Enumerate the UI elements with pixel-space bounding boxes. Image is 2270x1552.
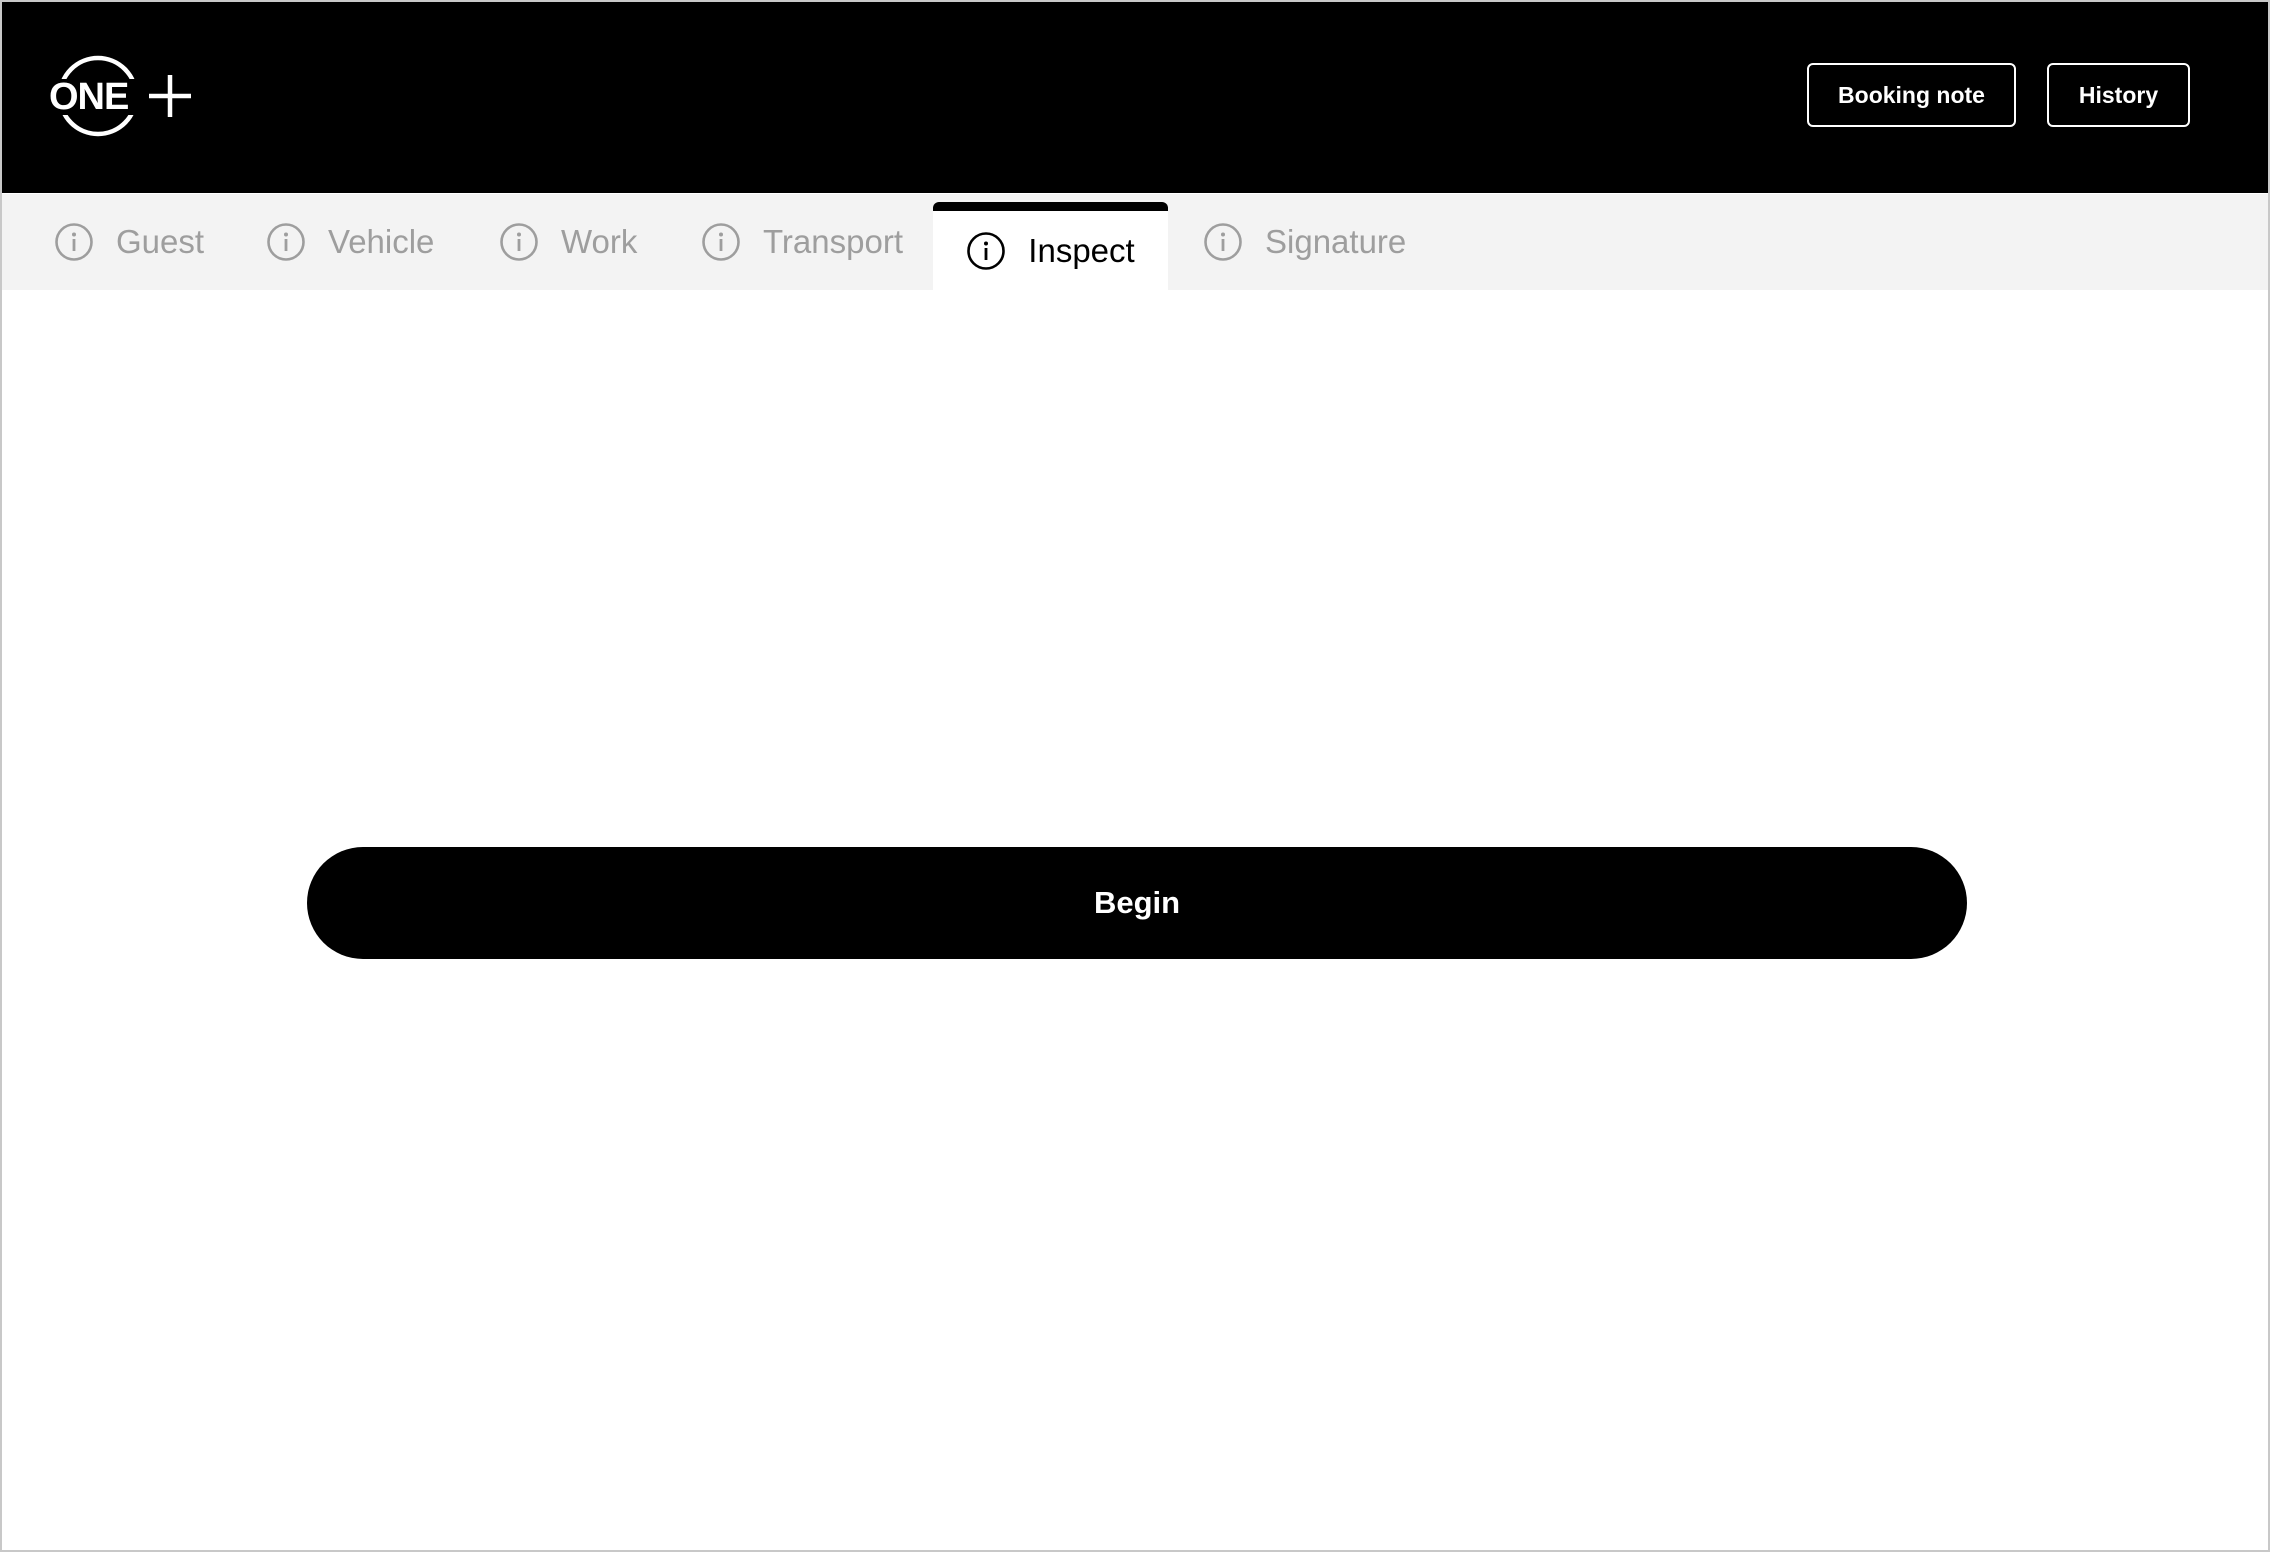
tab-work[interactable]: Work xyxy=(499,194,637,290)
tab-label: Inspect xyxy=(1028,231,1135,269)
svg-text:ONE: ONE xyxy=(49,76,128,118)
tab-transport[interactable]: Transport xyxy=(701,194,903,290)
tab-inspect[interactable]: Inspect xyxy=(933,202,1168,290)
tab-label: Vehicle xyxy=(328,223,435,260)
booking-note-button[interactable]: Booking note xyxy=(1807,63,2016,127)
app-window: ONE Booking note History Guest Vehicle W xyxy=(0,0,2270,1552)
tab-guest[interactable]: Guest xyxy=(54,194,204,290)
tab-vehicle[interactable]: Vehicle xyxy=(266,194,434,290)
tab-label: Transport xyxy=(763,223,903,260)
tab-label: Guest xyxy=(116,223,205,260)
begin-button[interactable]: Begin xyxy=(307,847,1967,959)
tab-label: Signature xyxy=(1265,223,1407,260)
info-icon xyxy=(1203,222,1243,262)
tab-label: Work xyxy=(561,223,638,260)
info-icon xyxy=(701,222,741,262)
top-header-bar: ONE Booking note History xyxy=(2,2,2268,193)
info-icon xyxy=(499,222,539,262)
tab-signature[interactable]: Signature xyxy=(1203,194,1406,290)
info-icon xyxy=(266,222,306,262)
info-icon xyxy=(54,222,94,262)
brand-logo: ONE xyxy=(48,53,198,139)
step-tab-bar: Guest Vehicle Work Transport Inspect Sig… xyxy=(2,194,2268,290)
history-button[interactable]: History xyxy=(2047,63,2190,127)
info-icon xyxy=(966,231,1006,271)
